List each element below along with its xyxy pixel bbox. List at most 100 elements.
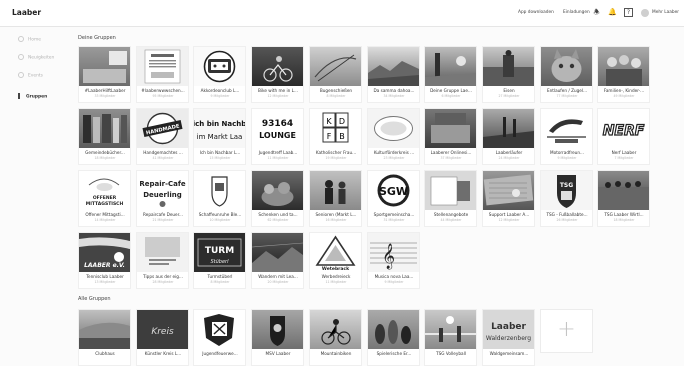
group-member-count: 37 Mitglieder (440, 156, 462, 160)
group-thumbnail (425, 109, 476, 148)
all-group-card[interactable]: Kreis Künstler Kreis L... (136, 309, 189, 366)
my-group-card[interactable]: NERF Nerf Laaber 7 Mitglieder (597, 108, 650, 165)
group-member-count: 31 Mitglieder (383, 218, 405, 222)
my-group-card[interactable]: Deine Gruppe Lae... 6 Mitglieder (424, 46, 477, 103)
news-icon (18, 54, 24, 60)
app-logo[interactable]: Laaber (12, 8, 41, 17)
my-group-card[interactable]: Bugenschießen 8 Mitglieder (309, 46, 362, 103)
bell-icon[interactable]: 🔔 (608, 8, 617, 17)
my-group-card[interactable]: TURM Stüberl Turmstüberl 8 Mitglieder (193, 232, 246, 289)
my-group-card[interactable]: Akkordeonclub L... 9 Mitglieder (193, 46, 246, 103)
group-thumbnail: OFFENER MITTAGSTISCH (79, 171, 130, 210)
megaphone-icon[interactable]: 🕭 (592, 8, 601, 17)
all-group-card[interactable]: MSV Laaber (251, 309, 304, 366)
svg-text:Stüberl: Stüberl (211, 259, 230, 265)
my-group-card[interactable]: TSG Laaber Wirtl... 18 Mitglieder (597, 170, 650, 227)
my-group-card[interactable]: HANDMADE Handgemachtes ... 41 Mitglieder (136, 108, 189, 165)
sidebar-item-label: Gruppen (26, 94, 48, 100)
group-thumbnail (425, 47, 476, 86)
group-member-count: 18 Mitglieder (613, 218, 635, 222)
my-group-card[interactable]: Entlaufen / Zugel... 77 Mitglieder (540, 46, 593, 103)
my-group-card[interactable]: Gemeindebücher... 18 Mitglieder (78, 108, 131, 165)
group-thumbnail (194, 47, 245, 86)
all-group-card[interactable]: Laaber Walderzenberg Waldgemeinsam... (482, 309, 535, 366)
svg-text:F: F (327, 132, 332, 141)
group-name: Mountainbiken (320, 351, 352, 356)
all-group-card[interactable]: Spielerische Er... (367, 309, 420, 366)
group-member-count: 12 Mitglieder (498, 218, 520, 222)
my-group-card[interactable]: Familien-, Kinder-... 49 Mitglieder (597, 46, 650, 103)
sidebar-item-groups[interactable]: Gruppen (18, 93, 47, 101)
my-group-card[interactable]: LAABER e.V. Tennisclub Laaber 13 Mitgliede… (78, 232, 131, 289)
my-group-card[interactable]: Laaberläufer 24 Mitglieder (482, 108, 535, 165)
group-name: Eisen (503, 88, 515, 93)
add-group-button[interactable]: + (540, 309, 593, 353)
my-group-card[interactable]: Schenken und ta... 62 Mitglieder (251, 170, 304, 227)
all-group-card[interactable]: TSG Volleyball (424, 309, 477, 366)
group-thumbnail (483, 109, 534, 148)
user-name[interactable]: Mehr Laaber (652, 10, 679, 15)
my-group-card[interactable]: Repair-Cafe Deuerling Repaircafe Deuer... 2… (136, 170, 189, 227)
my-group-card[interactable]: Support Laaber A... 12 Mitglieder (482, 170, 535, 227)
all-group-card[interactable]: Mountainbiken (309, 309, 362, 366)
all-group-card[interactable]: Jugendfeuerwe... (193, 309, 246, 366)
svg-text:Walderzenberg: Walderzenberg (486, 335, 531, 342)
app-download-link[interactable]: App downloaden (518, 10, 554, 15)
group-name: Gemeindebücher... (85, 150, 125, 155)
my-group-card[interactable]: SGW Sportgemeinscha... 31 Mitglieder (367, 170, 420, 227)
my-group-card[interactable]: Tipps aus der eig... 28 Mitglieder (136, 232, 189, 289)
group-name: TSG Laaber Wirtl... (604, 212, 644, 217)
home-icon (18, 36, 24, 42)
sidebar-item-home[interactable]: Home (18, 36, 41, 44)
my-group-card[interactable]: K D F B Katholischer Frau... 19 Mitglieder (309, 108, 362, 165)
svg-text:K: K (326, 117, 332, 126)
group-thumbnail (598, 47, 649, 86)
my-group-card[interactable]: 93164 LOUNGE Jugendtreff Laab... 11 Mitglie… (251, 108, 304, 165)
my-group-card[interactable]: Bike with me in L... 12 Mitglieder (251, 46, 304, 103)
svg-text:Kreis: Kreis (151, 327, 174, 337)
my-group-card[interactable]: Kulturförderkreis ... 23 Mitglieder (367, 108, 420, 165)
my-group-card[interactable]: 𝄞 Musica nova Laa... 9 Mitglieder (367, 232, 420, 289)
all-group-card[interactable]: Clubhaus (78, 309, 131, 366)
group-thumbnail: NERF (598, 109, 649, 148)
group-member-count: 33 Mitglieder (94, 94, 116, 98)
sidebar-item-events[interactable]: Events (18, 72, 43, 80)
group-thumbnail (79, 47, 130, 86)
group-member-count: 44 Mitglieder (440, 218, 462, 222)
help-icon[interactable]: ? (624, 8, 633, 17)
svg-text:SGW: SGW (379, 185, 408, 198)
avatar[interactable] (641, 9, 649, 17)
group-thumbnail (79, 109, 130, 148)
my-group-card[interactable]: OFFENER MITTAGSTISCH Offener Mittagsti... 1… (78, 170, 131, 227)
group-name: Jugendtreff Laab... (258, 150, 298, 155)
group-thumbnail (310, 47, 361, 86)
group-member-count: 62 Mitglieder (267, 218, 289, 222)
my-group-card[interactable]: Da samma dahoa... 34 Mitglieder (367, 46, 420, 103)
sidebar: Home Neuigkeiten Events Gruppen (0, 27, 68, 353)
svg-text:LOUNGE: LOUNGE (259, 131, 296, 140)
my-group-card[interactable]: Motorradfreun... 9 Mitglieder (540, 108, 593, 165)
my-group-card[interactable]: #laaberwwwschen... 95 Mitglieder (136, 46, 189, 103)
my-group-card[interactable]: Wandern mit Lea... 20 Mitglieder (251, 232, 304, 289)
my-group-card[interactable]: ich bin Nachb im Markt Laa Ich bin Nachbar… (193, 108, 246, 165)
invitations-link[interactable]: Einladungen (563, 10, 590, 15)
group-member-count: 20 Mitglieder (267, 280, 289, 284)
my-group-card[interactable]: #LaaberHilftLaaber 33 Mitglieder (78, 46, 131, 103)
sidebar-item-news[interactable]: Neuigkeiten (18, 54, 54, 62)
my-group-card[interactable]: Schaffeunruhe Ble... 10 Mitglieder (193, 170, 246, 227)
my-group-card[interactable]: TSG TSG - Fußballabte... 26 Mitglieder (540, 170, 593, 227)
group-member-count: 19 Mitglieder (325, 156, 347, 160)
group-member-count: 12 Mitglieder (267, 94, 289, 98)
group-thumbnail: 93164 LOUNGE (252, 109, 303, 148)
group-name: TSG - Fußballabte... (546, 212, 588, 217)
my-group-card[interactable]: Senioren (Markt L... 16 Mitglieder (309, 170, 362, 227)
my-group-card[interactable]: Laaberer Onlinesi... 37 Mitglieder (424, 108, 477, 165)
my-group-card[interactable]: Eisen 27 Mitglieder (482, 46, 535, 103)
svg-text:LAABER e.V.: LAABER e.V. (84, 262, 125, 269)
group-thumbnail: Repair-Cafe Deuerling (137, 171, 188, 210)
my-group-card[interactable]: Stellenangebote 44 Mitglieder (424, 170, 477, 227)
group-name: Deine Gruppe Lae... (430, 88, 472, 93)
group-thumbnail: Kreis (137, 310, 188, 349)
group-name: Familien-, Kinder-... (603, 88, 645, 93)
my-group-card[interactable]: Wetebrack Werbedreieck 11 Mitglieder (309, 232, 362, 289)
